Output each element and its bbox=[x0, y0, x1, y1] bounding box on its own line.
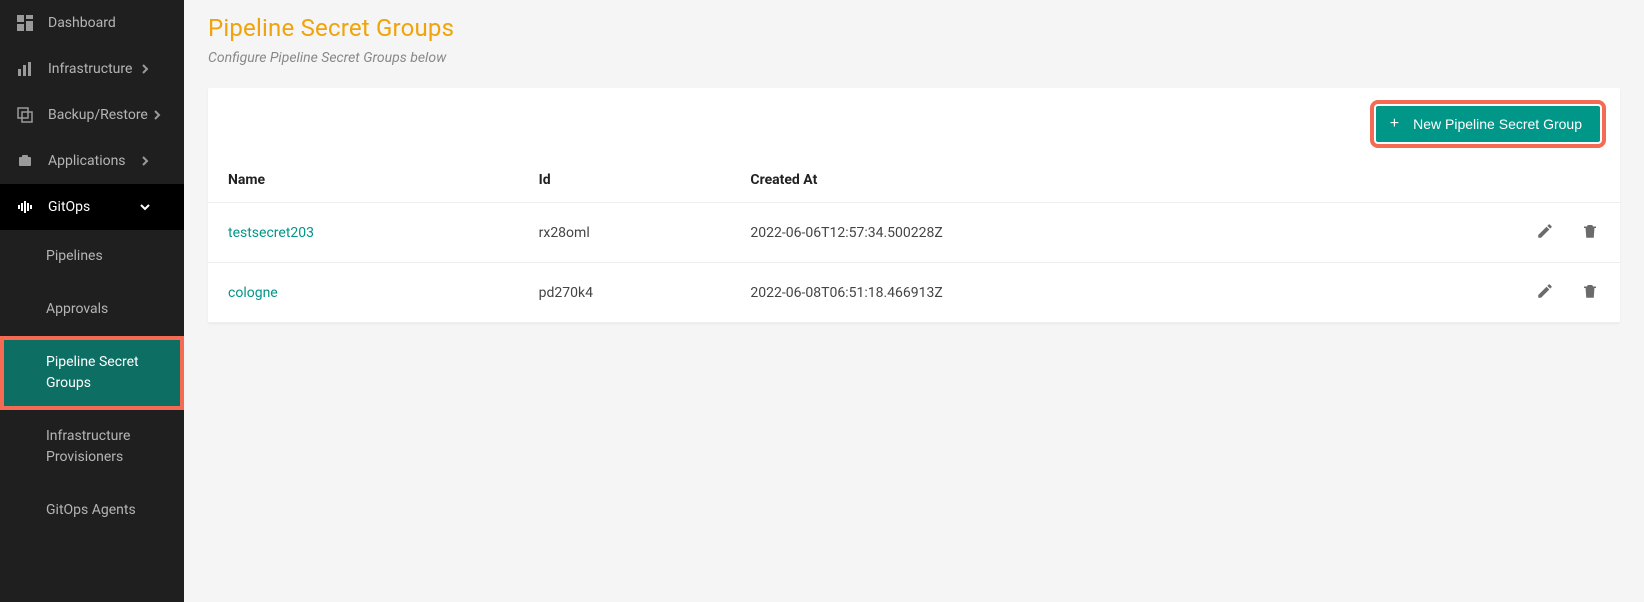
secret-group-link[interactable]: cologne bbox=[228, 285, 278, 301]
backup-icon bbox=[16, 106, 34, 124]
sidebar: Dashboard Infrastructure Backup/Restore … bbox=[0, 0, 184, 602]
chevron-right-icon bbox=[136, 60, 154, 78]
col-created: Created At bbox=[730, 158, 1492, 203]
main-content: Pipeline Secret Groups Configure Pipelin… bbox=[184, 0, 1644, 602]
secret-group-id: pd270k4 bbox=[519, 263, 731, 323]
sidebar-sub-approvals[interactable]: Approvals bbox=[0, 283, 184, 336]
table-row: cologne pd270k4 2022-06-08T06:51:18.4669… bbox=[208, 263, 1620, 323]
col-name: Name bbox=[208, 158, 519, 203]
sidebar-item-label: Pipeline Secret Groups bbox=[46, 352, 168, 394]
button-label: New Pipeline Secret Group bbox=[1413, 116, 1582, 132]
edit-icon[interactable] bbox=[1535, 221, 1555, 241]
table-row: testsecret203 rx28oml 2022-06-06T12:57:3… bbox=[208, 203, 1620, 263]
plus-icon: + bbox=[1390, 116, 1399, 132]
chevron-right-icon bbox=[148, 106, 166, 124]
delete-icon[interactable] bbox=[1580, 221, 1600, 241]
applications-icon bbox=[16, 152, 34, 170]
page-subtitle: Configure Pipeline Secret Groups below bbox=[208, 50, 1620, 66]
sidebar-item-label: Infrastructure Provisioners bbox=[46, 426, 168, 468]
new-pipeline-secret-group-button[interactable]: + New Pipeline Secret Group bbox=[1376, 106, 1600, 142]
gitops-icon bbox=[16, 198, 34, 216]
chevron-down-icon bbox=[136, 198, 154, 216]
sidebar-sub-infrastructure-provisioners[interactable]: Infrastructure Provisioners bbox=[0, 410, 184, 484]
sidebar-item-label: Backup/Restore bbox=[48, 107, 148, 123]
sidebar-item-gitops[interactable]: GitOps bbox=[0, 184, 184, 230]
secret-group-id: rx28oml bbox=[519, 203, 731, 263]
sidebar-item-label: Pipelines bbox=[46, 246, 103, 267]
dashboard-icon bbox=[16, 14, 34, 32]
infrastructure-icon bbox=[16, 60, 34, 78]
sidebar-item-label: Approvals bbox=[46, 299, 108, 320]
card-header: + New Pipeline Secret Group bbox=[208, 88, 1620, 158]
sidebar-item-label: Dashboard bbox=[48, 15, 116, 31]
sidebar-item-label: Infrastructure bbox=[48, 61, 132, 77]
sidebar-item-label: GitOps Agents bbox=[46, 500, 136, 521]
page-title: Pipeline Secret Groups bbox=[208, 14, 1620, 42]
sidebar-item-applications[interactable]: Applications bbox=[0, 138, 184, 184]
secret-groups-table: Name Id Created At testsecret203 rx28oml… bbox=[208, 158, 1620, 323]
sidebar-item-label: GitOps bbox=[48, 199, 90, 215]
edit-icon[interactable] bbox=[1535, 281, 1555, 301]
sidebar-item-label: Applications bbox=[48, 153, 126, 169]
delete-icon[interactable] bbox=[1580, 281, 1600, 301]
chevron-right-icon bbox=[136, 152, 154, 170]
sidebar-item-backup-restore[interactable]: Backup/Restore bbox=[0, 92, 184, 138]
sidebar-item-dashboard[interactable]: Dashboard bbox=[0, 0, 184, 46]
secret-groups-card: + New Pipeline Secret Group Name Id Crea… bbox=[208, 88, 1620, 323]
sidebar-sub-gitops-agents[interactable]: GitOps Agents bbox=[0, 484, 184, 537]
secret-group-created: 2022-06-08T06:51:18.466913Z bbox=[730, 263, 1492, 323]
secret-group-created: 2022-06-06T12:57:34.500228Z bbox=[730, 203, 1492, 263]
secret-group-link[interactable]: testsecret203 bbox=[228, 225, 314, 241]
col-id: Id bbox=[519, 158, 731, 203]
sidebar-sub-pipelines[interactable]: Pipelines bbox=[0, 230, 184, 283]
sidebar-sub-pipeline-secret-groups[interactable]: Pipeline Secret Groups bbox=[0, 336, 184, 410]
sidebar-item-infrastructure[interactable]: Infrastructure bbox=[0, 46, 184, 92]
